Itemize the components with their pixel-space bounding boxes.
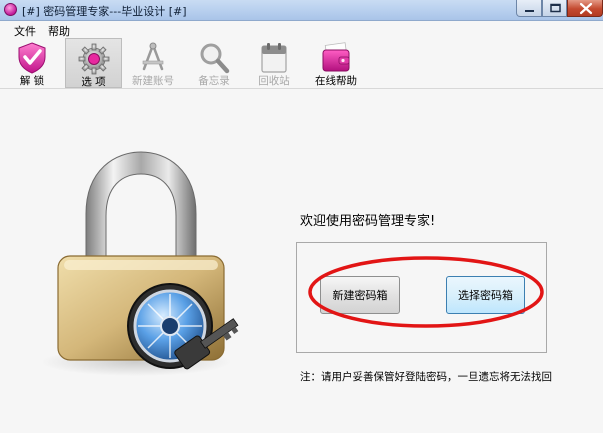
online-help-tool-button[interactable]: 在线帮助 <box>313 38 359 88</box>
shield-check-icon <box>18 42 46 74</box>
welcome-text: 欢迎使用密码管理专家! <box>300 214 436 229</box>
app-window: [#] 密码管理专家---毕业设计 [#] 文件 帮助 解 锁 选 项 新建账号… <box>0 0 603 433</box>
calendar-icon <box>261 43 287 73</box>
window-title: [#] 密码管理专家---毕业设计 [#] <box>22 5 187 18</box>
options-label: 选 项 <box>81 76 106 88</box>
recycle-bin-label: 回收站 <box>258 75 290 87</box>
menu-help[interactable]: 帮助 <box>48 23 70 39</box>
minimize-button[interactable] <box>516 0 542 17</box>
password-warning-note: 注：请用户妥善保管好登陆密码，一旦遗忘将无法找回 <box>300 371 552 383</box>
gear-icon <box>78 43 109 75</box>
menu-bar: 文件 帮助 <box>0 21 603 38</box>
drafting-compass-icon <box>142 42 164 71</box>
close-icon <box>579 2 593 15</box>
options-tool-button[interactable]: 选 项 <box>65 38 122 88</box>
close-button[interactable] <box>567 0 603 17</box>
toolbar: 解 锁 选 项 新建账号 备忘录 回收站 在线帮助 <box>0 38 603 89</box>
main-content: 欢迎使用密码管理专家! 新建密码箱 选择密码箱 注：请用户妥善保管好登陆密码，一… <box>0 89 603 433</box>
maximize-icon <box>550 3 561 13</box>
title-bar[interactable]: [#] 密码管理专家---毕业设计 [#] <box>0 0 603 21</box>
minimize-icon <box>525 10 534 12</box>
online-help-label: 在线帮助 <box>315 75 357 87</box>
padlock-illustration <box>41 151 239 376</box>
recycle-bin-tool-button[interactable]: 回收站 <box>252 38 296 88</box>
menu-file[interactable]: 文件 <box>14 23 36 39</box>
unlock-tool-button[interactable]: 解 锁 <box>6 38 58 88</box>
maximize-button[interactable] <box>542 0 567 17</box>
memo-tool-button[interactable]: 备忘录 <box>192 38 236 88</box>
magnifier-icon <box>200 43 230 74</box>
unlock-label: 解 锁 <box>19 75 45 87</box>
new-account-label: 新建账号 <box>132 75 174 87</box>
memo-label: 备忘录 <box>198 75 230 87</box>
new-account-tool-button[interactable]: 新建账号 <box>130 38 176 88</box>
wallet-icon <box>322 42 350 72</box>
app-icon <box>4 3 17 16</box>
annotation-ellipse <box>308 256 544 328</box>
